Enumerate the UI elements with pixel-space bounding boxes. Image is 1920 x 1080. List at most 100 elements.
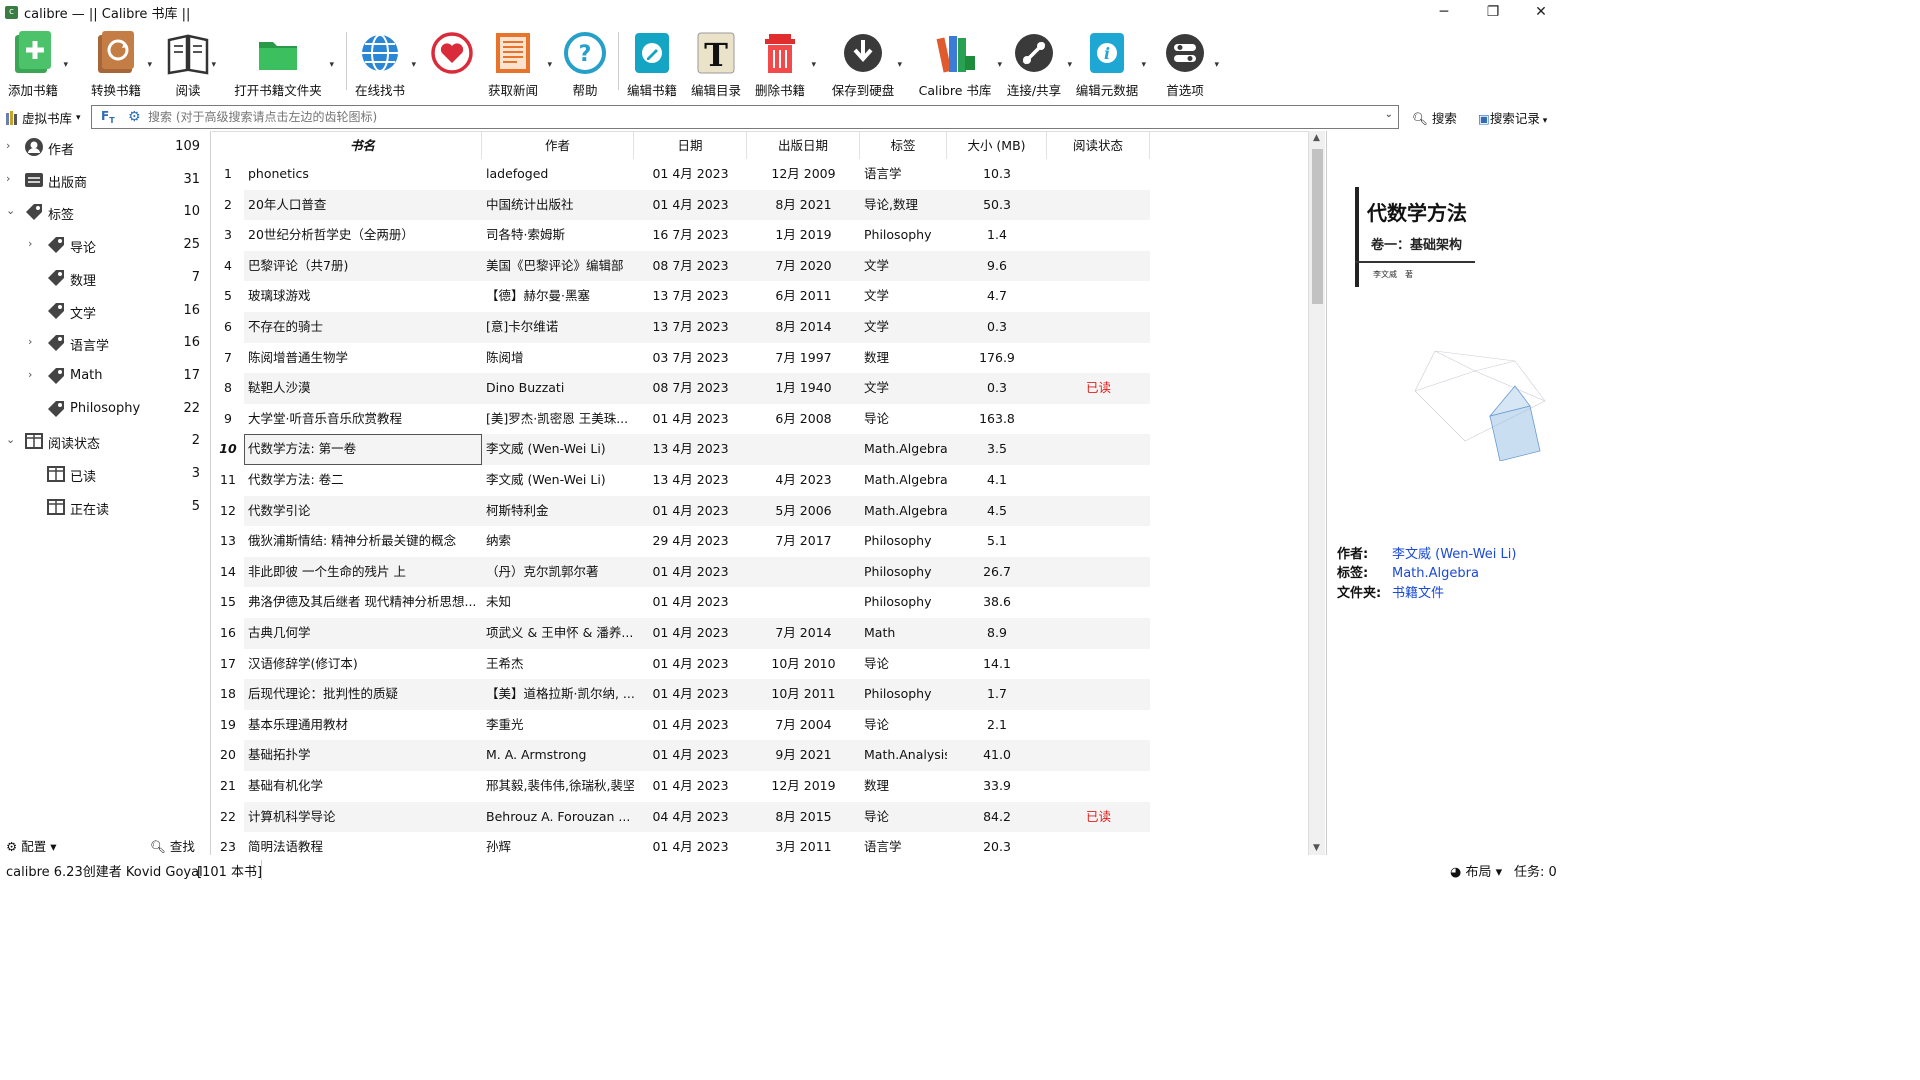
cell-title[interactable]: 非此即彼 一个生命的残片 上 (244, 557, 482, 588)
cell-author[interactable]: （丹）克尔凯郭尔著 (482, 557, 634, 588)
row-number[interactable]: 18 (212, 679, 244, 710)
cell-tags[interactable]: 文学 (860, 312, 947, 343)
tag-browser-item[interactable]: 文学 16 (0, 295, 210, 327)
column-header-author[interactable]: 作者 (482, 132, 634, 159)
cell-size[interactable]: 4.5 (947, 496, 1047, 527)
chevron-down-icon[interactable]: ▾ (329, 60, 334, 70)
chevron-down-icon[interactable]: ▾ (411, 60, 416, 70)
row-number[interactable]: 16 (212, 618, 244, 649)
cell-size[interactable]: 1.4 (947, 220, 1047, 251)
column-header-status[interactable]: 阅读状态 (1047, 132, 1150, 159)
tag-browser-item[interactable]: › 导论 25 (0, 229, 210, 261)
cell-pub[interactable]: 4月 2023 (747, 465, 860, 496)
cell-date[interactable]: 13 4月 2023 (634, 465, 747, 496)
table-row[interactable]: 古典几何学 项武义 & 王申怀 & 潘养... 01 4月 2023 7月 2014 M… (244, 618, 1150, 649)
cell-status[interactable] (1047, 832, 1150, 855)
table-row[interactable]: 后现代理论：批判性的质疑 【美】道格拉斯·凯尔纳, ... 01 4月 2023 10… (244, 679, 1150, 710)
cell-status[interactable] (1047, 343, 1150, 374)
row-number[interactable]: 8 (212, 373, 244, 404)
cell-tags[interactable]: Philosophy (860, 587, 947, 618)
cell-title[interactable]: 鞑靼人沙漠 (244, 373, 482, 404)
row-number[interactable]: 20 (212, 740, 244, 771)
cell-tags[interactable]: 语言学 (860, 832, 947, 855)
cell-title[interactable]: 计算机科学导论 (244, 802, 482, 833)
table-row[interactable]: 计算机科学导论 Behrouz A. Forouzan ... 04 4月 2023… (244, 801, 1150, 833)
toolbar-button-connect-share[interactable]: 连接/共享 ▾ (1000, 26, 1072, 98)
book-list-scrollbar[interactable]: ▲ ▼ (1308, 131, 1325, 855)
cell-status[interactable] (1047, 220, 1150, 251)
cell-author[interactable]: 李文威 (Wen-Wei Li) (482, 434, 634, 465)
toolbar-button-edit-book[interactable]: 编辑书籍 (622, 26, 682, 98)
cell-size[interactable]: 4.7 (947, 281, 1047, 312)
table-row[interactable]: 俄狄浦斯情结: 精神分析最关键的概念 纳索 29 4月 2023 7月 2017 Phi… (244, 526, 1150, 557)
cell-author[interactable]: 邢其毅,裴伟伟,徐瑞秋,裴坚 (482, 771, 634, 802)
row-number[interactable]: 15 (212, 587, 244, 618)
cell-date[interactable]: 16 7月 2023 (634, 220, 747, 251)
toolbar-button-heart[interactable] (428, 26, 476, 98)
column-header-size[interactable]: 大小 (MB) (947, 132, 1047, 159)
cell-title[interactable]: phonetics (244, 159, 482, 190)
toolbar-button-preferences[interactable]: 首选项 ▾ (1155, 26, 1219, 98)
cell-pub[interactable]: 6月 2008 (747, 404, 860, 435)
cell-tags[interactable]: Philosophy (860, 679, 947, 710)
cell-tags[interactable]: 导论 (860, 802, 947, 833)
cell-size[interactable]: 5.1 (947, 526, 1047, 557)
cell-pub[interactable]: 10月 2011 (747, 679, 860, 710)
cell-size[interactable]: 2.1 (947, 710, 1047, 741)
cell-tags[interactable]: 导论 (860, 649, 947, 680)
cell-size[interactable]: 3.5 (947, 434, 1047, 465)
cell-status[interactable] (1047, 740, 1150, 771)
cell-author[interactable]: Behrouz A. Forouzan ... (482, 802, 634, 833)
row-number[interactable]: 9 (212, 403, 244, 435)
cell-author[interactable]: 中国统计出版社 (482, 190, 634, 221)
search-button[interactable]: 🔍︎ 搜索 (1412, 108, 1457, 127)
cell-pub[interactable] (747, 434, 860, 465)
cell-author[interactable]: [意]卡尔维诺 (482, 312, 634, 343)
cell-date[interactable]: 08 7月 2023 (634, 373, 747, 404)
cell-date[interactable]: 13 7月 2023 (634, 281, 747, 312)
toolbar-button-save-disk[interactable]: 保存到硬盘 ▾ (828, 26, 902, 98)
cell-status[interactable] (1047, 587, 1150, 618)
folder-link[interactable]: 书籍文件 (1392, 586, 1444, 601)
table-row[interactable]: phonetics ladefoged 01 4月 2023 12月 2009 语言学 1… (244, 159, 1150, 190)
table-row[interactable]: 不存在的骑士 [意]卡尔维诺 13 7月 2023 8月 2014 文学 0.3 (244, 312, 1150, 343)
cell-pub[interactable] (747, 557, 860, 588)
cell-date[interactable]: 01 4月 2023 (634, 404, 747, 435)
tag-browser-item[interactable]: ⌄ 标签 10 (0, 196, 210, 228)
cell-status[interactable] (1047, 190, 1150, 221)
cell-author[interactable]: ladefoged (482, 159, 634, 190)
cell-date[interactable]: 13 4月 2023 (634, 434, 747, 465)
cell-author[interactable]: M. A. Armstrong (482, 740, 634, 771)
gear-icon[interactable]: ⚙ (128, 109, 141, 125)
cell-status[interactable]: 已读 (1047, 373, 1150, 404)
cell-status[interactable] (1047, 312, 1150, 343)
cell-tags[interactable]: 语言学 (860, 159, 947, 190)
tag-browser-item[interactable]: 数理 7 (0, 262, 210, 294)
chevron-down-icon[interactable]: ▾ (147, 60, 152, 70)
cell-author[interactable]: 柯斯特利金 (482, 496, 634, 527)
row-number[interactable]: 6 (212, 312, 244, 343)
table-row[interactable]: 大学堂·听音乐音乐欣赏教程 [美]罗杰·凯密恩 王美珠... 01 4月 2023 6… (244, 404, 1150, 435)
cell-tags[interactable]: 导论 (860, 710, 947, 741)
cell-tags[interactable]: Math.Algebra (860, 465, 947, 496)
cell-pub[interactable]: 5月 2006 (747, 496, 860, 527)
column-header-tags[interactable]: 标签 (860, 132, 947, 159)
chevron-down-icon[interactable]: ▾ (63, 60, 68, 70)
toolbar-button-globe[interactable]: 在线找书 ▾ (348, 26, 416, 98)
table-row[interactable]: 基本乐理通用教材 李重光 01 4月 2023 7月 2004 导论 2.1 (244, 710, 1150, 741)
cell-title[interactable]: 代数学引论 (244, 496, 482, 527)
table-row[interactable]: 汉语修辞学(修订本) 王希杰 01 4月 2023 10月 2010 导论 14.1 (244, 649, 1150, 680)
row-number[interactable]: 7 (212, 342, 244, 374)
cell-status[interactable] (1047, 404, 1150, 435)
cell-title[interactable]: 古典几何学 (244, 618, 482, 649)
cell-pub[interactable]: 7月 2020 (747, 251, 860, 282)
tag-browser-item[interactable]: 正在读 5 (0, 491, 210, 523)
toolbar-button-open-folder[interactable]: 打开书籍文件夹 ▾ (226, 26, 334, 98)
cell-tags[interactable]: 数理 (860, 771, 947, 802)
cell-title[interactable]: 基本乐理通用教材 (244, 710, 482, 741)
cell-date[interactable]: 01 4月 2023 (634, 649, 747, 680)
row-number[interactable]: 4 (212, 250, 244, 282)
cell-pub[interactable] (747, 587, 860, 618)
cell-title[interactable]: 汉语修辞学(修订本) (244, 649, 482, 680)
cell-tags[interactable]: Philosophy (860, 557, 947, 588)
